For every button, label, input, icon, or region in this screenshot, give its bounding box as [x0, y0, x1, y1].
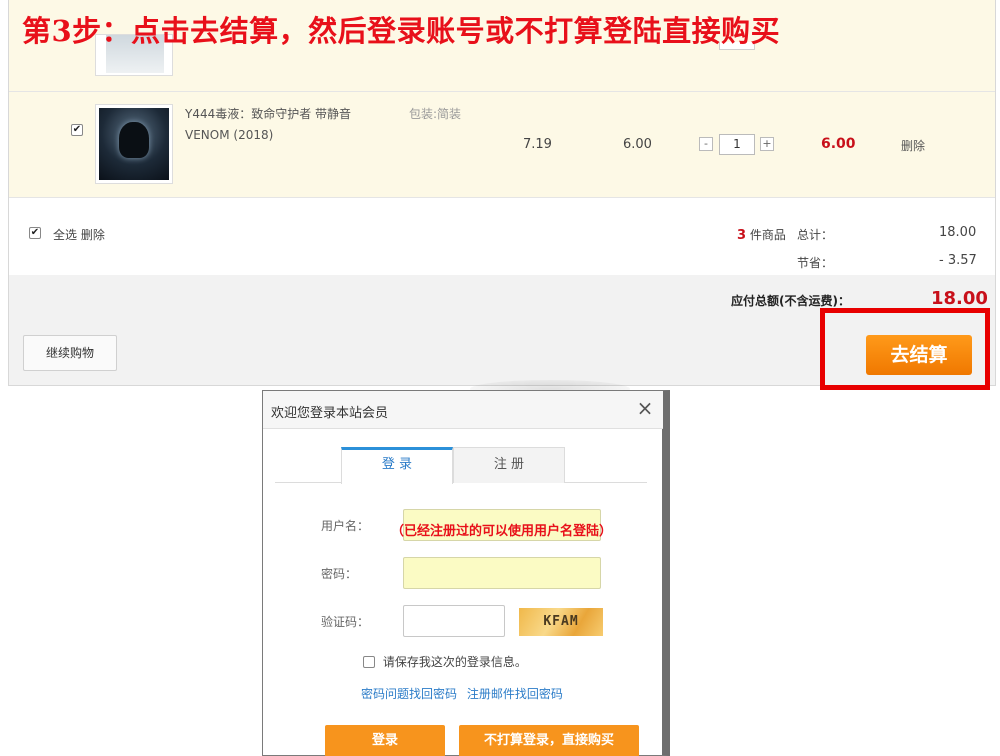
remember-me-checkbox[interactable]	[363, 656, 375, 668]
login-button[interactable]: 登录	[325, 725, 445, 756]
quantity-input[interactable]: 1	[719, 134, 755, 155]
continue-shopping-button[interactable]: 继续购物	[23, 335, 117, 371]
savings-value: - 3.57	[939, 253, 977, 268]
cart-row: ✔ Y444毒液：致命守护者 带静音 VENOM (2018) 包装:简装 7.…	[9, 92, 995, 198]
item-count-suffix: 件商品	[749, 228, 786, 242]
username-label: 用户名：	[321, 519, 370, 533]
product-thumbnail[interactable]	[95, 104, 173, 184]
dialog-title: 欢迎您登录本站会员	[271, 406, 389, 421]
tab-register[interactable]: 注 册	[453, 447, 565, 483]
product-name-link[interactable]: Y444毒液：致命守护者 带静音 VENOM (2018)	[185, 104, 385, 146]
login-dialog: 欢迎您登录本站会员 × 登 录 注 册 用户名： （已经注册过的可以使用用户名登…	[262, 390, 670, 756]
tab-login[interactable]: 登 录	[341, 447, 453, 484]
password-input[interactable]	[403, 557, 601, 589]
unit-price: 6.00	[623, 137, 652, 152]
captcha-image[interactable]: KFAM	[519, 608, 603, 636]
payable-label: 应付总额(不含运费)：	[731, 294, 850, 308]
password-label: 密码：	[321, 567, 358, 581]
item-count-number: 3	[737, 228, 747, 243]
step-banner-title: 第3步：点击去结算，然后登录账号或不打算登陆直接购买	[22, 14, 781, 48]
highlight-annotation-box	[820, 308, 990, 390]
close-icon[interactable]: ×	[635, 397, 655, 419]
password-recovery-links: 密码问题找回密码 注册邮件找回密码	[361, 685, 569, 702]
dialog-tabs: 登 录 注 册	[275, 447, 647, 484]
total-label: 总计：	[797, 228, 834, 242]
select-all-row: 全选 删除	[53, 226, 105, 243]
bulk-delete-link[interactable]: 删除	[81, 228, 105, 242]
select-all-checkbox[interactable]: ✔	[29, 227, 41, 239]
total-value: 18.00	[939, 225, 977, 240]
quantity-increase-button[interactable]: +	[760, 137, 774, 151]
cart-summary: ✔ 全选 删除 3 件商品 总计： 18.00 节省： - 3.57	[9, 199, 995, 275]
item-checkbox[interactable]: ✔	[71, 124, 83, 136]
captcha-input[interactable]	[403, 605, 505, 637]
payable-value: 18.00	[931, 288, 988, 309]
savings-label: 节省：	[797, 256, 834, 270]
recover-by-question-link[interactable]: 密码问题找回密码	[361, 687, 457, 701]
list-price: 7.19	[523, 137, 552, 152]
delete-item-link[interactable]: 删除	[901, 137, 925, 154]
item-count: 3 件商品	[737, 226, 786, 243]
remember-me-label[interactable]: 请保存我这次的登录信息。	[383, 655, 527, 669]
guest-checkout-button[interactable]: 不打算登录，直接购买	[459, 725, 639, 756]
quantity-decrease-button[interactable]: -	[699, 137, 713, 151]
item-subtotal: 6.00	[821, 136, 856, 152]
screenshot-root: 第3步：点击去结算，然后登录账号或不打算登陆直接购买 ✔ Y444毒液：致命守护…	[0, 0, 1000, 756]
recover-by-email-link[interactable]: 注册邮件找回密码	[467, 687, 563, 701]
dialog-header: 欢迎您登录本站会员 ×	[263, 391, 663, 429]
select-all-label[interactable]: 全选	[53, 228, 77, 242]
package-type: 包装:简装	[409, 107, 462, 121]
remember-me-row: 请保存我这次的登录信息。	[363, 653, 527, 670]
captcha-label: 验证码：	[321, 615, 370, 629]
username-annotation: （已经注册过的可以使用用户名登陆）	[391, 524, 613, 539]
